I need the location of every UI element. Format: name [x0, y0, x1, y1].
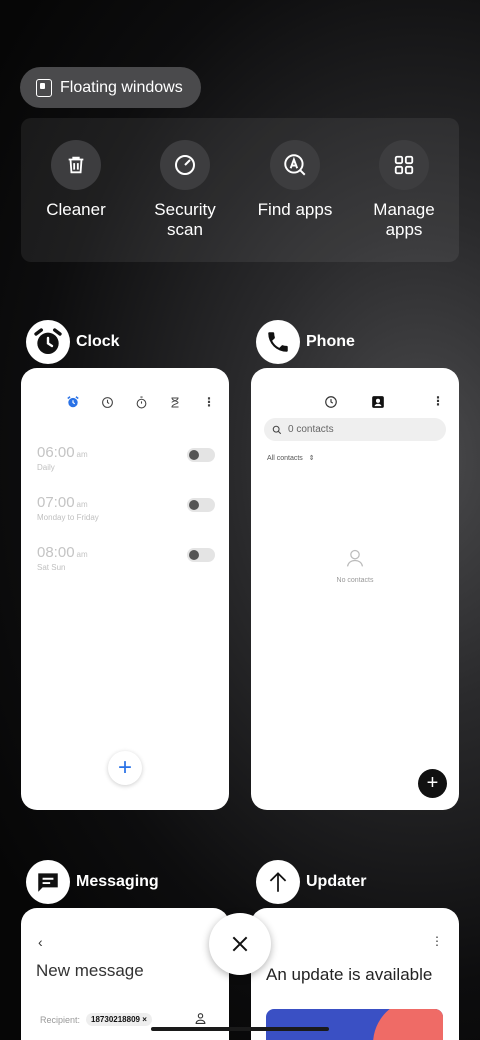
search-placeholder: 0 contacts: [288, 424, 334, 435]
alarm-ampm: am: [76, 550, 88, 559]
manage-apps-button[interactable]: Manage apps: [354, 140, 454, 240]
floating-windows-button[interactable]: Floating windows: [20, 67, 201, 108]
cleaner-button[interactable]: Cleaner: [26, 140, 126, 220]
updater-app-name: Updater: [306, 873, 367, 890]
world-clock-tab-icon[interactable]: [99, 394, 115, 410]
trash-icon: [51, 140, 101, 190]
updater-app-header[interactable]: Updater: [256, 860, 366, 904]
alarm-row[interactable]: 07:00 am Monday to Friday: [37, 494, 215, 534]
security-scan-label: Security scan: [154, 200, 216, 239]
cleaner-label: Cleaner: [46, 200, 106, 219]
alarm-toggle[interactable]: [187, 448, 215, 462]
sort-arrows-icon: ⇕: [308, 455, 315, 462]
security-scan-icon: [160, 140, 210, 190]
clock-app-name: Clock: [76, 333, 120, 350]
home-indicator[interactable]: [151, 1027, 329, 1031]
alarm-toggle[interactable]: [187, 498, 215, 512]
recipient-chip[interactable]: 18730218809 ×: [86, 1013, 152, 1026]
contacts-tab-icon[interactable]: [371, 395, 385, 414]
find-apps-label: Find apps: [257, 200, 333, 219]
alarm-time: 08:00: [37, 544, 75, 561]
close-icon: [232, 936, 248, 952]
more-options-icon[interactable]: ⋮: [432, 394, 444, 408]
grid-icon: [379, 140, 429, 190]
alarm-row[interactable]: 08:00 am Sat Sun: [37, 544, 215, 584]
new-message-title: New message: [36, 961, 144, 980]
alarm-ampm: am: [76, 450, 88, 459]
manage-apps-label: Manage apps: [373, 200, 435, 239]
filter-label: All contacts: [267, 455, 303, 462]
alarm-toggle[interactable]: [187, 548, 215, 562]
alarm-repeat: Daily: [37, 463, 55, 472]
empty-state-text: No contacts: [336, 577, 374, 584]
phone-icon: [256, 320, 300, 364]
phone-card[interactable]: ⋮ 0 contacts All contacts ⇕ No contacts …: [251, 368, 459, 810]
search-icon: [272, 425, 282, 434]
add-contact-button[interactable]: +: [418, 769, 447, 798]
messaging-card[interactable]: ‹ New message Recipient: 18730218809 ×: [21, 908, 229, 1040]
phone-app-header[interactable]: Phone: [256, 320, 355, 364]
close-all-button[interactable]: [209, 913, 271, 975]
clock-card[interactable]: ⋮ 06:00 am Daily 07:00 am Monday to Friday…: [21, 368, 229, 810]
add-alarm-button[interactable]: +: [108, 751, 142, 785]
stopwatch-tab-icon[interactable]: [133, 394, 149, 410]
updater-card[interactable]: ⋮ An update is available: [251, 908, 459, 1040]
messaging-app-name: Messaging: [76, 873, 159, 890]
back-icon[interactable]: ‹: [38, 934, 43, 950]
more-options-icon[interactable]: ⋮: [431, 934, 443, 948]
contacts-filter-dropdown[interactable]: All contacts ⇕: [267, 454, 315, 462]
find-apps-button[interactable]: Find apps: [245, 140, 345, 220]
message-icon: [26, 860, 70, 904]
quick-tools-panel: Cleaner Security scan Find apps Manage a…: [21, 118, 459, 262]
alarm-clock-icon: [26, 320, 70, 364]
update-title: An update is available: [266, 965, 433, 984]
person-icon: [346, 549, 364, 567]
floating-window-icon: [36, 78, 52, 97]
arrow-up-icon: [256, 860, 300, 904]
recipient-label: Recipient:: [40, 1014, 81, 1025]
alarm-repeat: Sat Sun: [37, 563, 66, 572]
messaging-app-header[interactable]: Messaging: [26, 860, 159, 904]
recents-tab-icon[interactable]: [324, 395, 338, 414]
update-banner: [266, 1009, 443, 1040]
find-apps-icon: [270, 140, 320, 190]
alarm-ampm: am: [76, 500, 88, 509]
recipient-field[interactable]: Recipient: 18730218809 ×: [40, 1013, 152, 1026]
phone-app-name: Phone: [306, 333, 355, 350]
alarm-row[interactable]: 06:00 am Daily: [37, 444, 215, 484]
timer-tab-icon[interactable]: [167, 394, 183, 410]
contacts-search-input[interactable]: 0 contacts: [264, 418, 446, 441]
more-options-icon[interactable]: ⋮: [201, 394, 217, 410]
alarm-tab-icon[interactable]: [65, 394, 81, 410]
alarm-time: 07:00: [37, 494, 75, 511]
alarm-time: 06:00: [37, 444, 75, 461]
security-scan-button[interactable]: Security scan: [135, 140, 235, 240]
empty-state: No contacts: [251, 548, 459, 584]
clock-tabs: ⋮: [65, 394, 217, 410]
alarm-repeat: Monday to Friday: [37, 513, 99, 522]
floating-windows-label: Floating windows: [60, 78, 183, 96]
clock-app-header[interactable]: Clock: [26, 320, 120, 364]
